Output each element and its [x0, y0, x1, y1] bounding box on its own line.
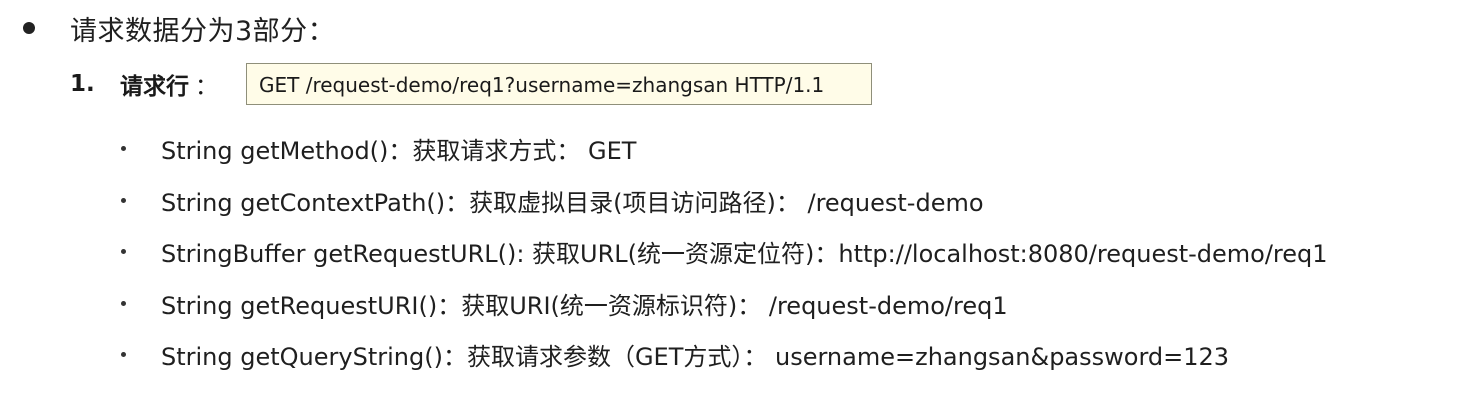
item-number: 1. [70, 71, 95, 97]
bullet-icon [121, 197, 126, 203]
method-text-get-method: String getMethod()：获取请求方式： GET [161, 137, 637, 166]
request-line-item: 1. 请求行 ： GET /request-demo/req1?username… [70, 62, 872, 106]
list-item: StringBuffer getRequestURL(): 获取URL(统一资源… [118, 226, 1328, 278]
list-item: String getContextPath()：获取虚拟目录(项目访问路径)： … [118, 175, 1328, 227]
bullet-icon [121, 352, 126, 358]
bullet-icon [121, 249, 126, 255]
method-text-get-context-path: String getContextPath()：获取虚拟目录(项目访问路径)： … [161, 188, 984, 217]
list-item: String getQueryString()：获取请求参数（GET方式）： u… [118, 329, 1328, 381]
method-text-get-request-url: StringBuffer getRequestURL(): 获取URL(统一资源… [161, 240, 1328, 269]
request-line-label: 请求行 [120, 74, 189, 100]
list-item: String getMethod()：获取请求方式： GET [118, 123, 1328, 175]
method-text-get-request-uri: String getRequestURI()：获取URI(统一资源标识符)： /… [161, 291, 1008, 320]
label-colon: ： [195, 74, 218, 100]
bullet-icon [121, 300, 126, 306]
method-list: String getMethod()：获取请求方式： GET String ge… [118, 123, 1328, 381]
heading-text: 请求数据分为3部分： [70, 15, 336, 47]
section-heading: 请求数据分为3部分： [18, 8, 335, 48]
bullet-icon [23, 22, 35, 34]
request-line-example-box: GET /request-demo/req1?username=zhangsan… [246, 63, 872, 105]
list-item: String getRequestURI()：获取URI(统一资源标识符)： /… [118, 278, 1328, 330]
method-text-get-query-string: String getQueryString()：获取请求参数（GET方式）： u… [161, 343, 1230, 372]
bullet-icon [121, 146, 126, 152]
